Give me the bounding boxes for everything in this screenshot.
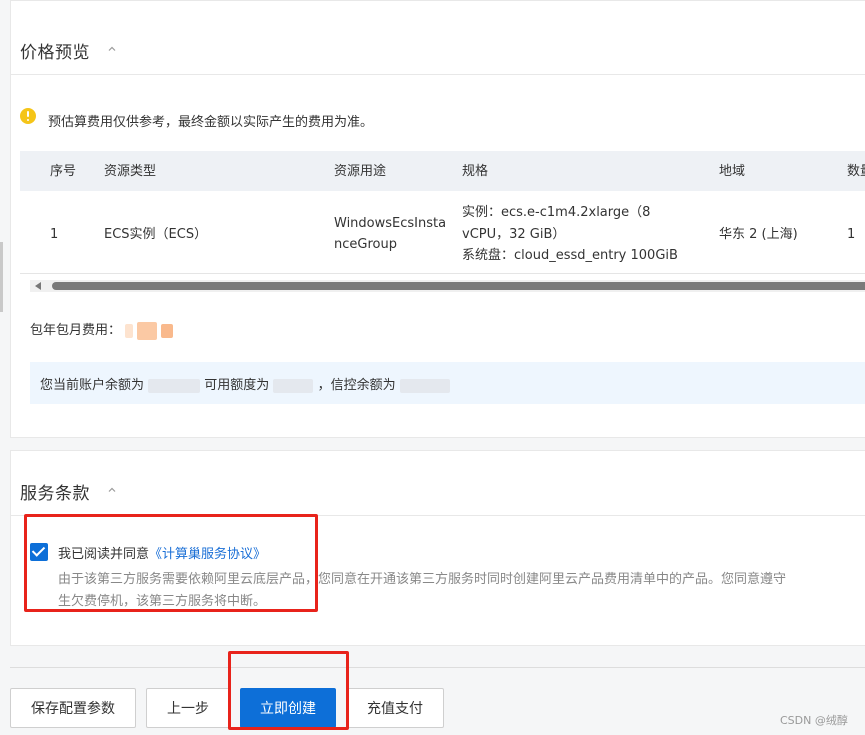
redacted-value <box>161 323 174 338</box>
redacted-value <box>273 378 314 393</box>
previous-step-button[interactable]: 上一步 <box>146 688 230 728</box>
row-spec-line2: vCPU，32 GiB） <box>462 227 566 242</box>
table-horizontal-scrollbar[interactable] <box>30 280 865 292</box>
subscription-fee-label: 包年包月费用： <box>30 323 122 338</box>
row-usage-line2: nceGroup <box>334 237 397 252</box>
recharge-pay-button[interactable]: 充值支付 <box>346 688 444 728</box>
column-header-region: 地域 <box>719 164 746 179</box>
scrollbar-thumb[interactable] <box>52 282 865 290</box>
price-preview-title: 价格预览 <box>20 43 90 63</box>
price-notice-text: 预估算费用仅供参考，最终金额以实际产生的费用为准。 <box>48 115 374 130</box>
price-table: 序号 资源类型 资源用途 规格 地域 数量 1 ECS实例（ECS） Windo… <box>20 151 865 274</box>
watermark: CSDN @绒醇 <box>780 714 848 727</box>
redacted-value <box>125 323 134 338</box>
row-spec-line1: 实例：ecs.e-c1m4.2xlarge（8 <box>462 205 651 220</box>
chevron-up-icon[interactable] <box>108 486 116 494</box>
price-table-header: 序号 资源类型 资源用途 规格 地域 数量 <box>20 151 865 191</box>
column-header-quantity: 数量 <box>847 164 865 179</box>
account-balance-text: 您当前账户余额为 可用额度为 ，信控余额为 <box>40 374 450 393</box>
account-balance-label: 您当前账户余额为 <box>40 378 145 393</box>
warning-icon <box>20 108 36 124</box>
redacted-value <box>148 378 201 393</box>
account-balance-box: 您当前账户余额为 可用额度为 ，信控余额为 <box>30 362 865 404</box>
row-resource-type: ECS实例（ECS） <box>104 227 208 242</box>
price-preview-divider <box>10 74 865 75</box>
action-bar-divider <box>10 667 865 668</box>
left-edge-handle <box>0 242 3 312</box>
column-header-spec: 规格 <box>462 164 489 179</box>
highlight-annotation-box <box>228 651 349 730</box>
available-credit-label: 可用额度为 <box>204 378 270 393</box>
credit-control-label: ，信控余额为 <box>317 378 396 393</box>
column-header-usage: 资源用途 <box>334 164 387 179</box>
save-config-button[interactable]: 保存配置参数 <box>10 688 136 728</box>
chevron-up-icon[interactable] <box>108 45 116 53</box>
row-index: 1 <box>50 227 59 242</box>
row-region: 华东 2 (上海) <box>719 227 798 242</box>
row-usage-line1: WindowsEcsInsta <box>334 216 447 231</box>
scroll-left-arrow-icon[interactable] <box>35 282 41 290</box>
redacted-value <box>137 321 158 340</box>
page: 价格预览 预估算费用仅供参考，最终金额以实际产生的费用为准。 序号 资源类型 资… <box>0 0 865 735</box>
highlight-annotation-box <box>24 514 318 612</box>
subscription-fee-row: 包年包月费用： <box>30 319 174 340</box>
redacted-value <box>399 378 450 393</box>
table-row: 1 ECS实例（ECS） WindowsEcsInsta nceGroup 实例… <box>20 191 865 274</box>
service-terms-title: 服务条款 <box>20 484 90 504</box>
row-quantity: 1 <box>847 227 856 242</box>
row-spec-line3: 系统盘：cloud_essd_entry 100GiB <box>462 248 678 263</box>
column-header-index: 序号 <box>50 164 77 179</box>
column-header-resource-type: 资源类型 <box>104 164 157 179</box>
